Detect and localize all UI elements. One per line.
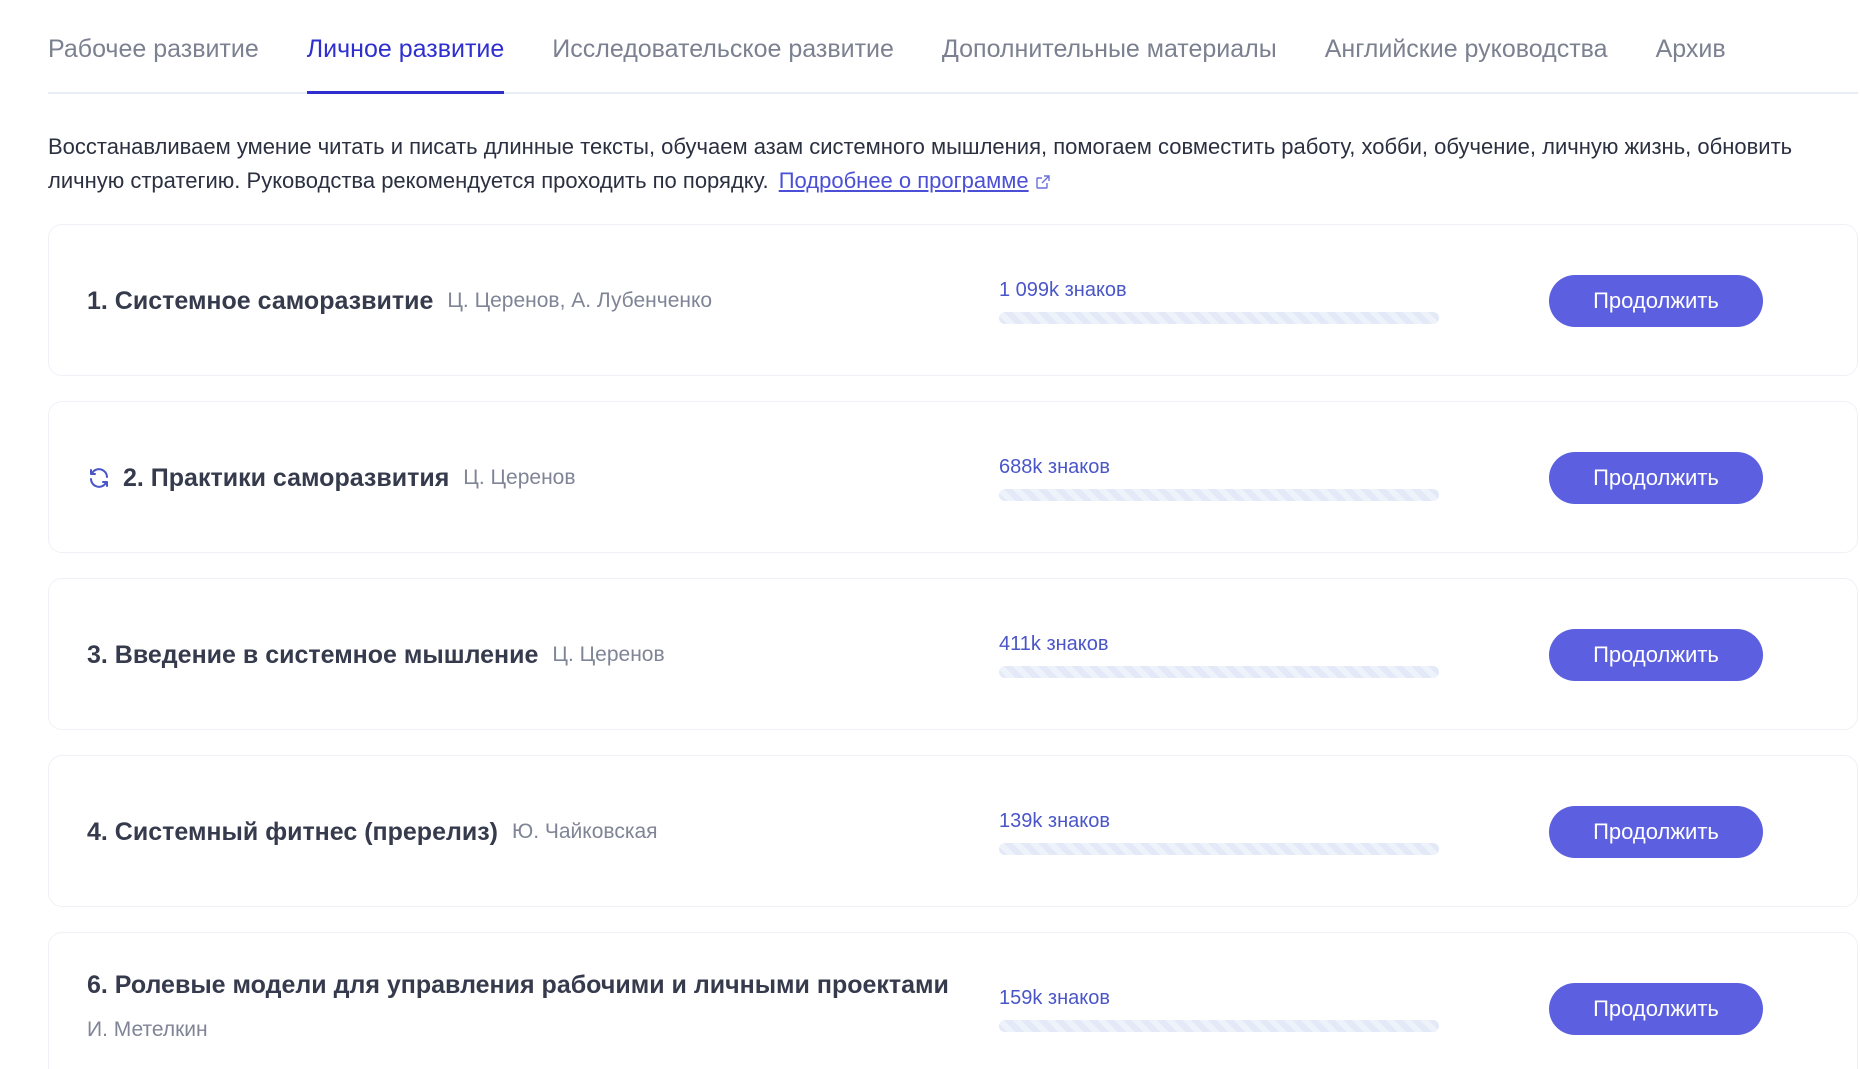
continue-button[interactable]: Продолжить [1549,452,1763,504]
tab-research-development[interactable]: Исследовательское развитие [552,35,894,92]
guide-card: 1. Системное саморазвитие Ц. Церенов, А.… [48,224,1858,376]
program-details-link[interactable]: Подробнее о программе [779,168,1029,193]
tab-bar: Рабочее развитие Личное развитие Исследо… [48,0,1858,94]
progress-bar [999,843,1439,855]
progress-bar [999,489,1439,501]
guide-card: 6. Ролевые модели для управления рабочим… [48,932,1858,1069]
guide-heading: 6. Ролевые модели для управления рабочим… [87,971,949,1042]
guide-progress: 1 099k знаков [999,279,1439,324]
guide-author: Ц. Церенов [463,466,576,489]
guide-heading: 3. Введение в системное мышление Ц. Цере… [87,579,665,731]
guide-progress: 411k знаков [999,633,1439,678]
guide-title[interactable]: 6. Ролевые модели для управления рабочим… [87,971,949,999]
guide-title[interactable]: 4. Системный фитнес (пререлиз) [87,818,498,847]
tab-work-development[interactable]: Рабочее развитие [48,35,259,92]
guide-author: Ц. Церенов [552,643,665,666]
guide-char-count: 159k знаков [999,987,1110,1009]
guide-progress: 688k знаков [999,456,1439,501]
guide-progress: 159k знаков [999,987,1439,1032]
guide-heading: 2. Практики саморазвития Ц. Церенов [87,402,576,554]
tab-additional-materials[interactable]: Дополнительные материалы [942,35,1277,92]
tab-english-guides[interactable]: Английские руководства [1325,35,1608,92]
page: Рабочее развитие Личное развитие Исследо… [0,0,1860,1069]
guide-card: 2. Практики саморазвития Ц. Церенов 688k… [48,401,1858,553]
guide-heading: 1. Системное саморазвитие Ц. Церенов, А.… [87,225,712,377]
guide-char-count: 139k знаков [999,810,1110,832]
guide-title[interactable]: 3. Введение в системное мышление [87,641,538,670]
external-link-icon [1035,166,1051,200]
guide-card: 4. Системный фитнес (пререлиз) Ю. Чайков… [48,755,1858,907]
guide-card: 3. Введение в системное мышление Ц. Цере… [48,578,1858,730]
guide-title[interactable]: 2. Практики саморазвития [123,464,449,493]
continue-button[interactable]: Продолжить [1549,275,1763,327]
continue-button[interactable]: Продолжить [1549,629,1763,681]
guide-title[interactable]: 1. Системное саморазвитие [87,287,433,316]
guide-list: 1. Системное саморазвитие Ц. Церенов, А.… [48,224,1858,1069]
tab-archive[interactable]: Архив [1656,35,1726,92]
continue-button[interactable]: Продолжить [1549,806,1763,858]
guide-char-count: 1 099k знаков [999,279,1127,301]
guide-author: Ц. Церенов, А. Лубенченко [447,289,713,312]
tab-personal-development[interactable]: Личное развитие [306,35,504,94]
continue-button[interactable]: Продолжить [1549,983,1763,1035]
guide-progress: 139k знаков [999,810,1439,855]
program-description: Восстанавливаем умение читать и писать д… [48,130,1848,200]
progress-bar [999,1020,1439,1032]
guide-author: И. Метелкин [87,1018,208,1041]
progress-bar [999,666,1439,678]
guide-char-count: 411k знаков [999,633,1109,655]
progress-bar [999,312,1439,324]
guide-char-count: 688k знаков [999,456,1110,478]
sync-icon [87,466,111,490]
guide-heading: 4. Системный фитнес (пререлиз) Ю. Чайков… [87,756,658,908]
guide-author: Ю. Чайковская [512,820,658,843]
